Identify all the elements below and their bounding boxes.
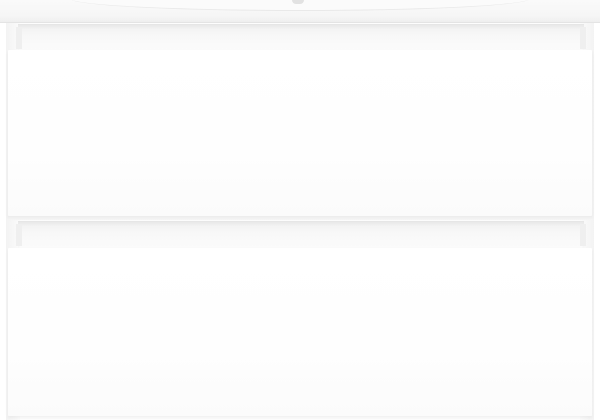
handle-channel-top xyxy=(16,24,586,51)
drawer-front-top xyxy=(8,50,592,216)
sink-countertop xyxy=(0,0,600,23)
drawer-front-bottom xyxy=(8,248,592,416)
drawer-gap xyxy=(8,216,592,220)
handle-channel-bottom xyxy=(16,221,586,248)
product-image xyxy=(0,0,600,420)
